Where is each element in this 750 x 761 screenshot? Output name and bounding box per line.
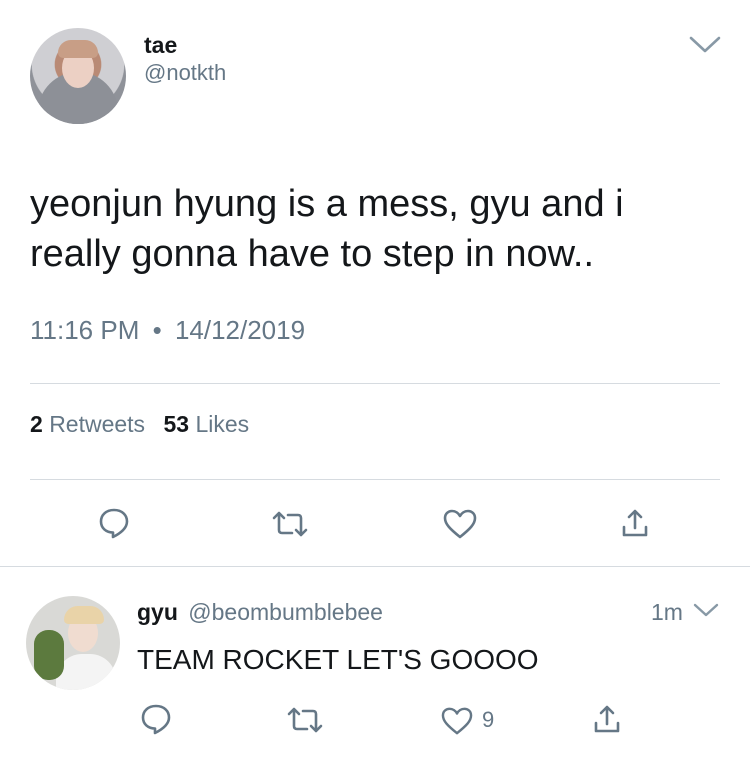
divider-middle [30, 479, 720, 480]
author-avatar[interactable] [30, 28, 126, 124]
share-icon[interactable] [618, 506, 652, 540]
reply-likes-count: 9 [482, 707, 495, 732]
reply-avatar-body [56, 654, 116, 690]
tweet-date: 14/12/2019 [174, 315, 306, 345]
retweet-icon[interactable] [270, 509, 310, 539]
reply-avatar-hair [64, 606, 104, 624]
reply-avatar-parrot [34, 630, 64, 680]
retweets-stat[interactable]: 2 Retweets [30, 411, 151, 437]
retweets-count: 2 [30, 411, 43, 437]
share-icon[interactable] [590, 702, 624, 736]
retweet-icon[interactable] [285, 705, 325, 735]
reply-timestamp: 1m [651, 599, 683, 625]
likes-label: Likes [195, 411, 250, 437]
reply-bubble-icon[interactable] [139, 702, 173, 736]
timestamp-separator: • [152, 315, 162, 345]
chevron-down-icon[interactable] [688, 35, 722, 55]
reply-header: gyu @beombumblebee [137, 597, 383, 627]
heart-icon[interactable] [442, 508, 478, 540]
divider-top [30, 383, 720, 384]
reply-text: TEAM ROCKET LET'S GOOOO [137, 644, 539, 675]
tweet-stats: 2 Retweets 53 Likes [30, 409, 249, 439]
divider-bottom [0, 566, 750, 567]
retweets-label: Retweets [49, 411, 146, 437]
author-handle[interactable]: @notkth [144, 60, 226, 86]
reply-author-name[interactable]: gyu [137, 599, 178, 625]
reply-bubble-icon[interactable] [97, 506, 131, 540]
chevron-down-icon[interactable] [692, 602, 720, 620]
likes-count: 53 [163, 411, 190, 437]
reply-author-handle[interactable]: @beombumblebee [188, 599, 383, 625]
author-name[interactable]: tae [144, 32, 177, 58]
heart-icon[interactable] [440, 706, 474, 736]
tweet-text-line-1: yeonjun hyung is a mess, gyu and i [30, 183, 624, 225]
likes-stat[interactable]: 53 Likes [163, 411, 249, 437]
reply-author-avatar[interactable] [26, 596, 120, 690]
tweet-timestamp: 11:16 PM • 14/12/2019 [30, 314, 305, 346]
tweet-text-line-2: really gonna have to step in now.. [30, 233, 595, 275]
tweet-time: 11:16 PM [30, 315, 140, 345]
avatar-hair [58, 40, 98, 58]
